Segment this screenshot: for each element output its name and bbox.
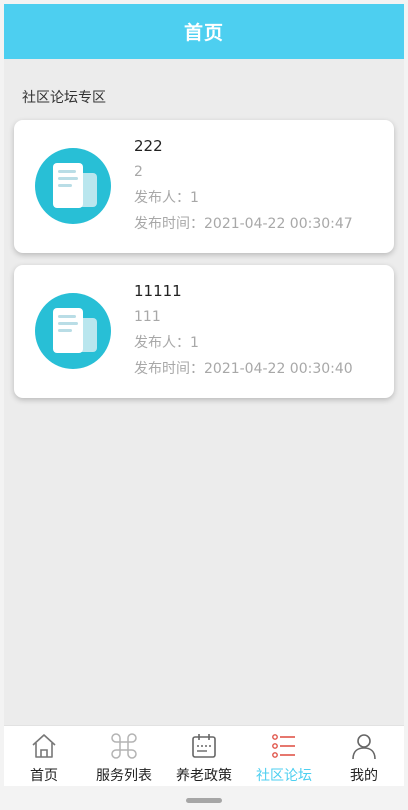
tab-service-list[interactable]: 服务列表 — [84, 726, 164, 786]
app-screen: 首页 社区论坛专区 222 2 发布人：1 发布时间：2021-04-22 00… — [4, 4, 404, 786]
tab-elderly-policy[interactable]: 养老政策 — [164, 726, 244, 786]
tab-label: 首页 — [30, 768, 58, 784]
document-icon — [35, 293, 111, 369]
post-publisher: 发布人：1 — [134, 335, 199, 351]
home-indicator[interactable] — [186, 798, 222, 803]
post-card[interactable]: 222 2 发布人：1 发布时间：2021-04-22 00:30:47 — [14, 120, 394, 253]
home-icon — [32, 734, 56, 758]
bottom-tab-bar: 首页 服务列表 养老政策 社区论坛 我的 — [4, 725, 404, 786]
section-title: 社区论坛专区 — [22, 90, 106, 106]
tab-label: 社区论坛 — [256, 768, 312, 784]
post-content: 2 — [134, 164, 143, 180]
post-time: 发布时间：2021-04-22 00:30:40 — [134, 361, 353, 377]
tab-label: 服务列表 — [96, 768, 152, 784]
post-time: 发布时间：2021-04-22 00:30:47 — [134, 216, 353, 232]
page-title: 首页 — [183, 22, 224, 44]
header-bar: 首页 — [4, 4, 404, 59]
tab-mine[interactable]: 我的 — [324, 726, 404, 786]
tab-label: 养老政策 — [176, 768, 232, 784]
tab-label: 我的 — [350, 768, 378, 784]
document-icon — [35, 148, 111, 224]
post-card[interactable]: 11111 111 发布人：1 发布时间：2021-04-22 00:30:40 — [14, 265, 394, 398]
tab-home[interactable]: 首页 — [4, 726, 84, 786]
post-publisher: 发布人：1 — [134, 190, 199, 206]
post-title: 222 — [134, 137, 163, 155]
user-icon — [352, 734, 376, 760]
tab-community-forum[interactable]: 社区论坛 — [244, 726, 324, 786]
command-icon — [111, 733, 137, 759]
list-icon — [272, 734, 295, 758]
post-content: 111 — [134, 309, 161, 325]
post-title: 11111 — [134, 282, 182, 300]
calendar-icon — [192, 734, 216, 758]
